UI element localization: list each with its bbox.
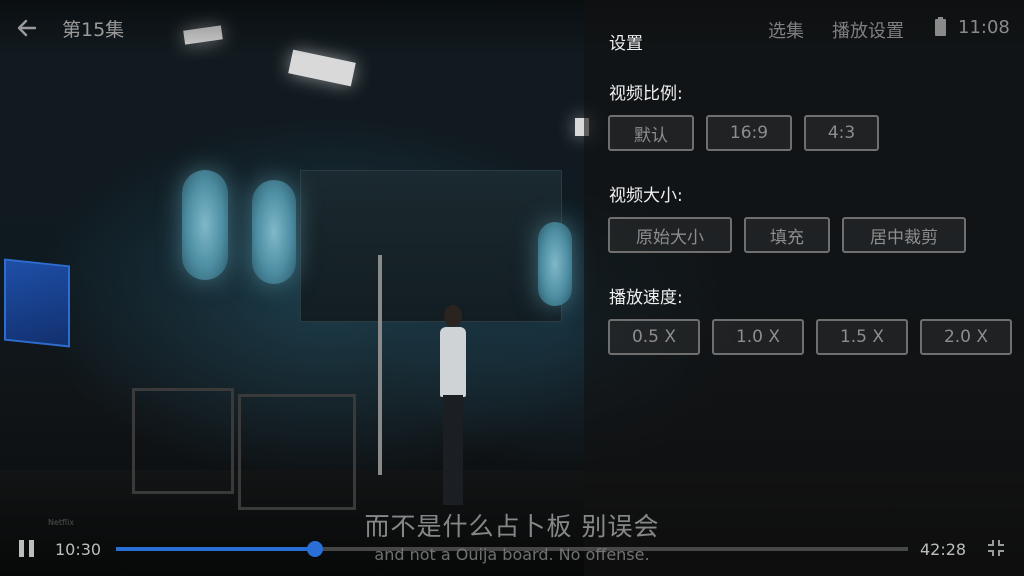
aspect-option-16-9[interactable]: 16:9 [706, 115, 792, 151]
seek-thumb[interactable] [307, 541, 324, 557]
clock: 11:08 [958, 17, 1010, 38]
episodes-button[interactable]: 选集 [768, 17, 804, 43]
aspect-option-default[interactable]: 默认 [608, 115, 694, 151]
equipment-cart [132, 388, 234, 494]
pause-icon[interactable] [19, 540, 35, 557]
total-time: 42:28 [920, 540, 967, 559]
speed-option-2-0x[interactable]: 2.0 X [920, 319, 1012, 355]
seek-bar[interactable] [116, 541, 908, 557]
porthole-window [182, 170, 228, 280]
porthole-window [252, 180, 296, 284]
standing-figure [436, 305, 470, 505]
seek-bar-played [116, 547, 316, 551]
current-time: 10:30 [55, 540, 102, 559]
exit-fullscreen-icon[interactable] [986, 538, 1006, 558]
porthole-window [538, 222, 572, 306]
playback-settings-button[interactable]: 播放设置 [832, 17, 904, 43]
size-option-original[interactable]: 原始大小 [608, 217, 732, 253]
light-stand [378, 255, 382, 475]
arrow-left-icon[interactable] [14, 15, 40, 41]
size-option-center-crop[interactable]: 居中裁剪 [842, 217, 966, 253]
panel-title: 设置 [609, 34, 643, 54]
equipment-cart [238, 394, 356, 510]
playback-speed-label: 播放速度: [609, 288, 683, 308]
speed-option-1-0x[interactable]: 1.0 X [712, 319, 804, 355]
wall-monitor [4, 258, 70, 348]
speed-option-0-5x[interactable]: 0.5 X [608, 319, 700, 355]
settings-panel: 设置 视频比例: 默认 16:9 4:3 视频大小: 原始大小 填充 居中裁剪 … [584, 0, 1024, 576]
battery-icon [935, 17, 946, 36]
video-size-label: 视频大小: [609, 186, 683, 206]
subtitle-chinese: 而不是什么占卜板 别误会 [364, 512, 660, 541]
aspect-ratio-label: 视频比例: [609, 84, 683, 104]
aspect-option-4-3[interactable]: 4:3 [804, 115, 879, 151]
size-option-fill[interactable]: 填充 [744, 217, 830, 253]
episode-title: 第15集 [62, 19, 125, 41]
speed-option-1-5x[interactable]: 1.5 X [816, 319, 908, 355]
back-wall [300, 170, 562, 322]
